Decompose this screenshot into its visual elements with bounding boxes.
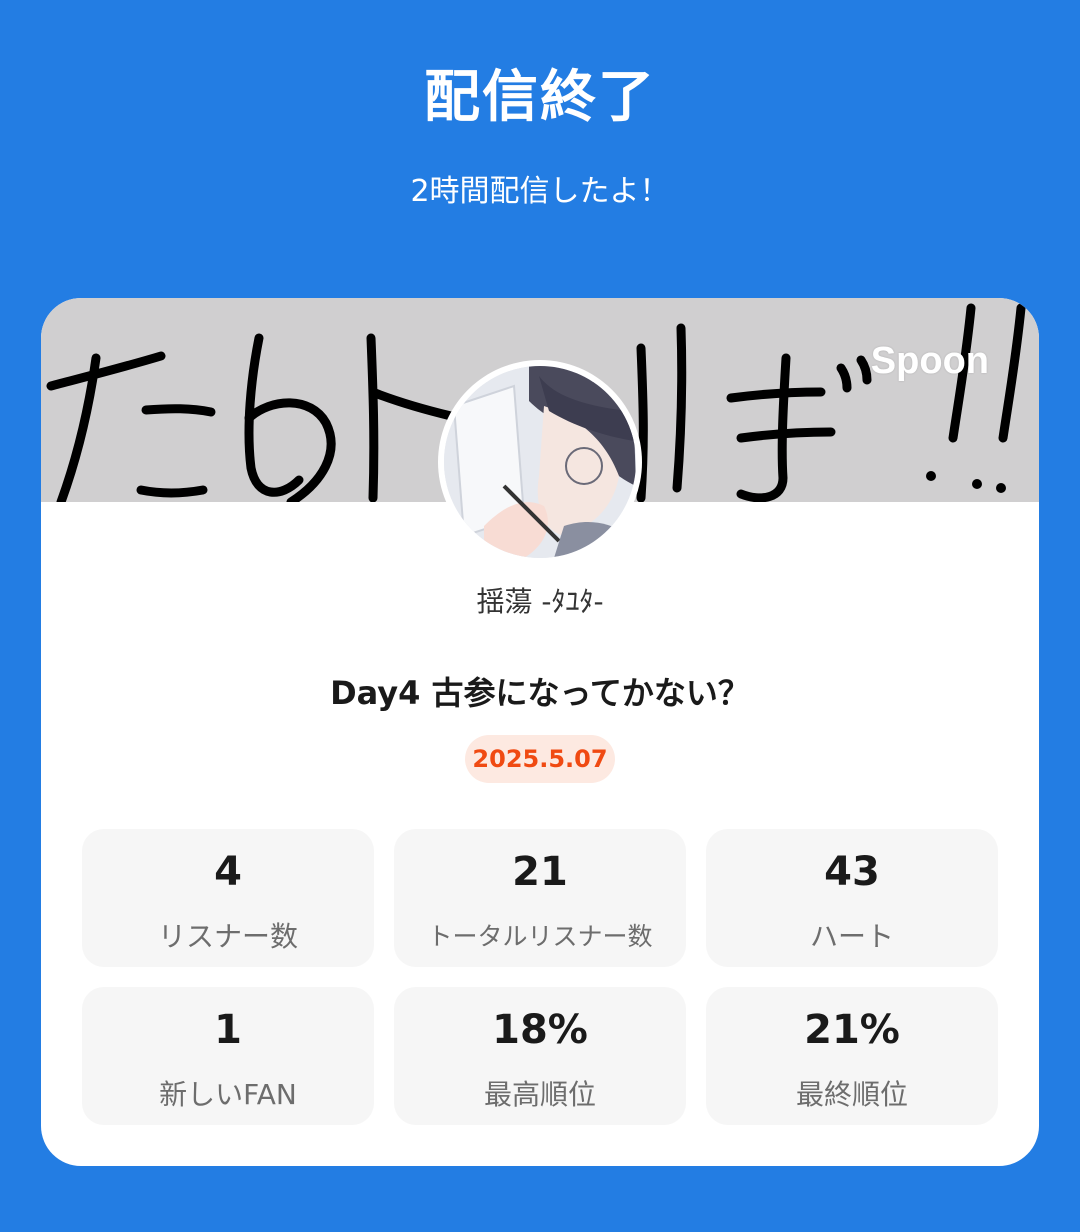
- stat-label: ハート: [809, 920, 894, 953]
- stat-total-listeners: 21 トータルリスナー数: [394, 829, 686, 967]
- stat-value: 1: [214, 1007, 242, 1053]
- page-subtitle: 2時間配信したよ！: [410, 174, 670, 209]
- stat-new-fans: 1 新しいFAN: [82, 987, 374, 1125]
- stat-value: 4: [214, 849, 242, 895]
- owner-name: 揺蕩 -ﾀﾕﾀ-: [476, 585, 604, 618]
- spoon-logo: Spoon: [870, 340, 989, 382]
- live-title: Day4 古参になってかない？: [330, 674, 750, 712]
- stat-value: 21: [512, 849, 568, 895]
- page-title: 配信終了: [424, 65, 656, 130]
- stat-final-rank: 21% 最終順位: [706, 987, 998, 1125]
- stat-label: リスナー数: [157, 920, 298, 953]
- stats-grid: 4 リスナー数 21 トータルリスナー数 43 ハート 1 新しいFAN 18%…: [82, 829, 998, 1125]
- avatar-illustration: [444, 366, 636, 558]
- stat-label: 新しいFAN: [159, 1078, 297, 1111]
- date-badge: 2025.5.07: [465, 735, 615, 783]
- avatar-image: [444, 366, 636, 558]
- stat-label: 最高順位: [483, 1078, 596, 1111]
- stat-value: 21%: [804, 1007, 900, 1053]
- stat-hearts: 43 ハート: [706, 829, 998, 967]
- stat-value: 43: [824, 849, 880, 895]
- stat-listeners: 4 リスナー数: [82, 829, 374, 967]
- stat-value: 18%: [492, 1007, 588, 1053]
- stat-label: 最終順位: [795, 1078, 908, 1111]
- stat-highest-rank: 18% 最高順位: [394, 987, 686, 1125]
- stat-label: トータルリスナー数: [427, 922, 653, 951]
- live-summary-card: Spoon 揺蕩 -ﾀﾕﾀ- Day4 古参になってかない？ 2025.5.07…: [41, 298, 1039, 1166]
- avatar[interactable]: [438, 360, 642, 564]
